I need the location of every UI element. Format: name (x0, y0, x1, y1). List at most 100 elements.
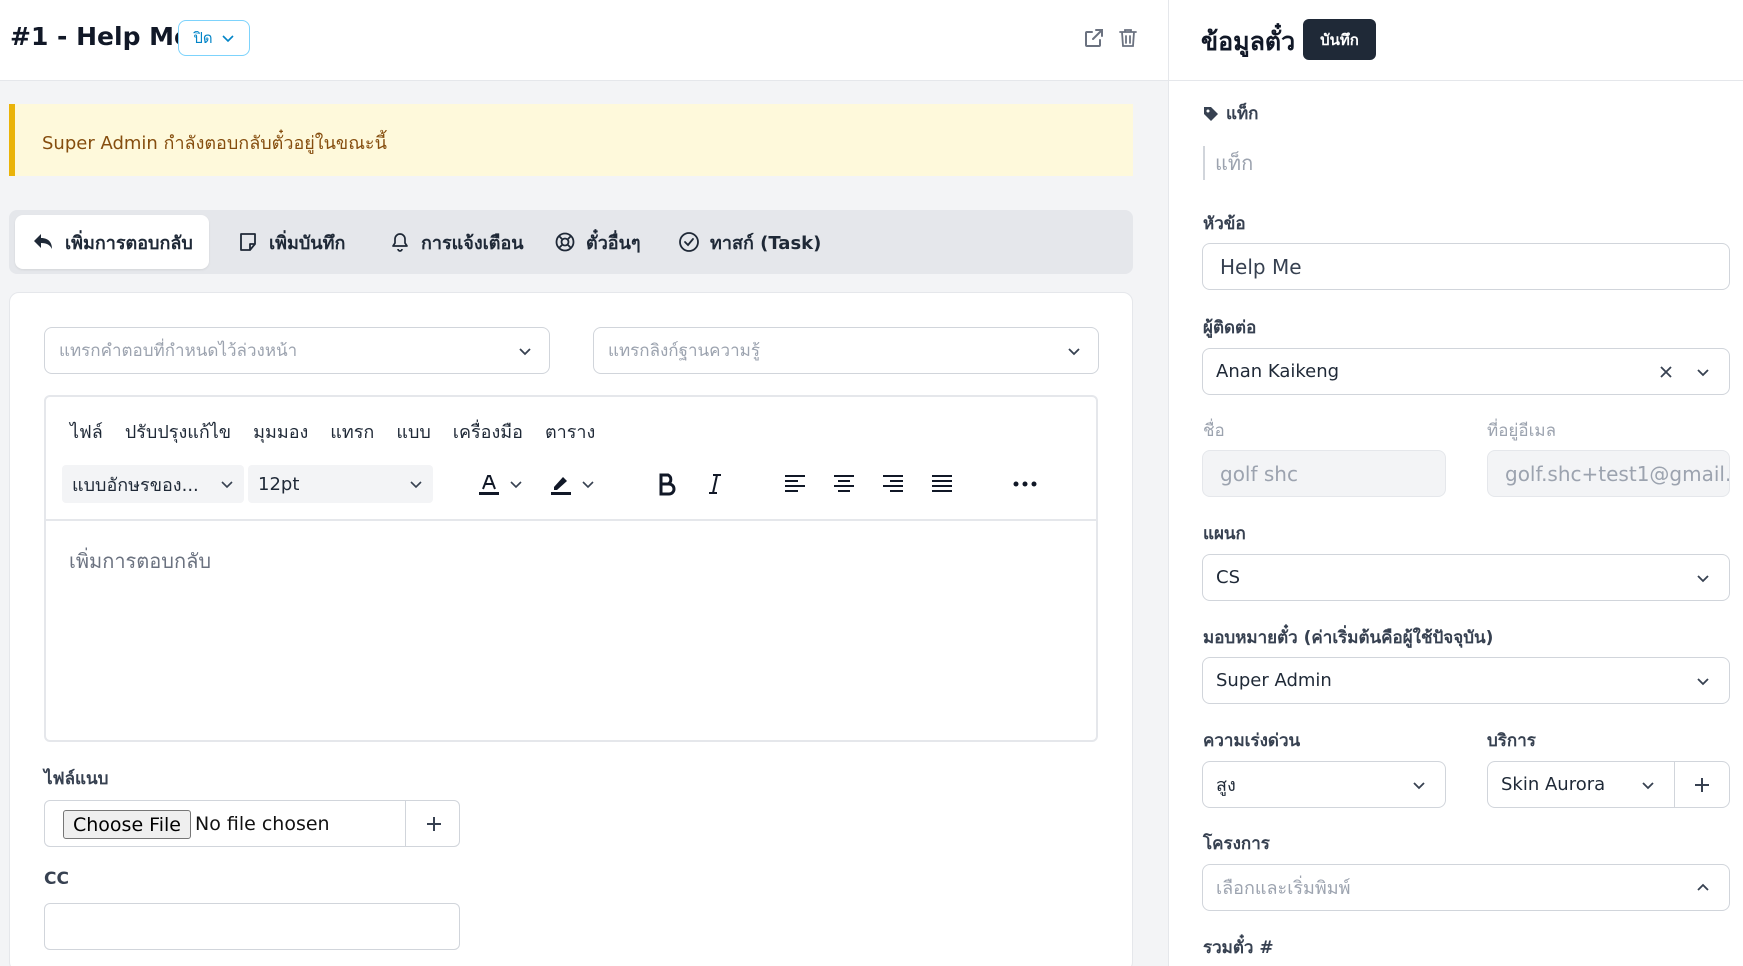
canned-reply-select[interactable]: แทรกคำตอบที่กำหนดไว้ล่วงหน้า (44, 327, 550, 374)
email-input: golf.shc+test1@gmail.com (1487, 450, 1730, 497)
highlight-color-dropdown[interactable] (578, 469, 598, 499)
font-family-select[interactable]: แบบอักษรของ... (62, 465, 244, 503)
department-value: CS (1216, 567, 1240, 588)
bell-icon (392, 233, 408, 252)
status-value: ปิด (193, 29, 213, 47)
editor-divider (46, 519, 1096, 521)
chevron-down-icon (410, 481, 422, 489)
highlighter-icon (551, 477, 571, 495)
menu-tools[interactable]: เครื่องมือ (453, 417, 523, 446)
attachments-label: ไฟล์แนบ (44, 769, 109, 789)
sidebar-header: ข้อมูลตั๋ว บันทึก (1169, 0, 1743, 81)
tab-label: การแจ้งเตือน (421, 232, 524, 254)
font-family-value: แบบอักษรของ... (72, 474, 199, 496)
name-input: golf shc (1202, 450, 1446, 497)
chevron-down-icon (1413, 782, 1425, 790)
composer-tabs: เพิ่มการตอบกลับ เพิ่มบันทึก การแจ้งเตือน… (9, 210, 1133, 274)
text-color-icon (479, 475, 499, 495)
align-center-icon (834, 475, 854, 492)
ellipsis-icon (1013, 481, 1037, 487)
cc-label: CC (44, 869, 69, 889)
service-select[interactable]: Skin Aurora (1487, 761, 1675, 808)
menu-edit[interactable]: ปรับปรุงแก้ไข (125, 417, 231, 446)
tab-reminders[interactable]: การแจ้งเตือน (373, 215, 540, 269)
assignee-select[interactable]: Super Admin (1202, 657, 1730, 704)
no-file-text: No file chosen (195, 813, 330, 835)
align-justify-button[interactable] (927, 469, 957, 499)
tab-tasks[interactable]: ทาสก์ (Task) (662, 215, 837, 269)
add-service-button[interactable] (1674, 761, 1730, 808)
add-attachment-button[interactable] (405, 801, 461, 846)
ticket-info-sidebar: ข้อมูลตั๋ว บันทึก แท็ก แท็ก หัวข้อ Help … (1168, 0, 1743, 966)
subject-input[interactable]: Help Me (1202, 243, 1730, 290)
chevron-down-icon (1697, 575, 1709, 583)
ticket-title: #1 - Help Me (10, 22, 192, 51)
reply-icon (34, 234, 52, 249)
choose-file-button[interactable]: Choose File (63, 810, 191, 839)
menu-insert[interactable]: แทรก (330, 417, 374, 446)
plus-icon (426, 816, 441, 831)
text-color-button[interactable] (474, 469, 504, 499)
chevron-down-icon (582, 481, 594, 489)
tags-label-row: แท็ก (1202, 100, 1258, 127)
lifebuoy-icon (555, 232, 575, 252)
menu-view[interactable]: มุมมอง (253, 417, 308, 446)
reply-body-placeholder[interactable]: เพิ่มการตอบกลับ (69, 545, 211, 577)
service-label: บริการ (1487, 731, 1536, 751)
kb-link-select[interactable]: แทรกลิงก์ฐานความรู้ (593, 327, 1099, 374)
department-select[interactable]: CS (1202, 554, 1730, 601)
bold-button[interactable] (652, 469, 682, 499)
tags-input[interactable]: แท็ก (1203, 146, 1253, 180)
align-left-icon (785, 475, 805, 492)
align-left-button[interactable] (780, 469, 810, 499)
plus-icon (1695, 777, 1709, 792)
ticket-header: #1 - Help Me ปิด (0, 0, 1168, 81)
external-link-icon[interactable] (1082, 26, 1106, 50)
priority-value: สูง (1216, 775, 1236, 796)
email-label: ที่อยู่อีเมล (1487, 421, 1557, 441)
tab-label: เพิ่มการตอบกลับ (65, 232, 193, 254)
status-dropdown[interactable]: ปิด (178, 20, 250, 56)
align-right-icon (883, 475, 903, 492)
bold-icon (659, 473, 676, 496)
trash-icon[interactable] (1116, 26, 1140, 50)
italic-button[interactable] (700, 469, 730, 499)
merge-ticket-label: รวมตั๋ว # (1203, 938, 1274, 958)
cc-input[interactable] (44, 903, 460, 950)
highlight-color-button[interactable] (546, 469, 576, 499)
chevron-down-icon (510, 481, 522, 489)
chevron-down-icon (519, 348, 531, 356)
tab-add-note[interactable]: เพิ่มบันทึก (221, 215, 361, 269)
contact-select[interactable]: Anan Kaikeng (1202, 348, 1730, 395)
tab-add-reply[interactable]: เพิ่มการตอบกลับ (15, 215, 209, 269)
service-value: Skin Aurora (1501, 774, 1606, 795)
note-icon (240, 233, 256, 251)
canned-reply-placeholder: แทรกคำตอบที่กำหนดไว้ล่วงหน้า (59, 341, 298, 361)
align-justify-icon (932, 475, 952, 492)
italic-icon (709, 474, 721, 494)
save-button[interactable]: บันทึก (1303, 19, 1376, 60)
project-label: โครงการ (1203, 834, 1270, 854)
menu-file[interactable]: ไฟล์ (70, 417, 103, 446)
project-select[interactable]: เลือกและเริ่มพิมพ์ (1202, 864, 1730, 911)
menu-format[interactable]: แบบ (396, 417, 430, 446)
chevron-down-icon (1697, 369, 1709, 377)
font-size-select[interactable]: 12pt (248, 465, 433, 503)
more-tools-button[interactable] (1010, 469, 1040, 499)
align-center-button[interactable] (829, 469, 859, 499)
chevron-up-icon (1697, 883, 1709, 891)
tag-icon (1204, 106, 1218, 121)
contact-value: Anan Kaikeng (1216, 361, 1340, 382)
assignee-value: Super Admin (1216, 670, 1332, 691)
align-right-button[interactable] (878, 469, 908, 499)
kb-link-placeholder: แทรกลิงก์ฐานความรู้ (608, 341, 760, 361)
priority-select[interactable]: สูง (1202, 761, 1446, 808)
tags-label: แท็ก (1226, 104, 1259, 124)
tab-label: เพิ่มบันทึก (269, 232, 346, 254)
priority-label: ความเร่งด่วน (1203, 731, 1301, 751)
tab-other-tickets[interactable]: ตั๋วอื่นๆ (538, 215, 657, 269)
clear-icon[interactable] (1659, 365, 1673, 379)
sidebar-title: ข้อมูลตั๋ว (1201, 27, 1296, 56)
menu-table[interactable]: ตาราง (545, 417, 595, 446)
text-color-dropdown[interactable] (506, 469, 526, 499)
